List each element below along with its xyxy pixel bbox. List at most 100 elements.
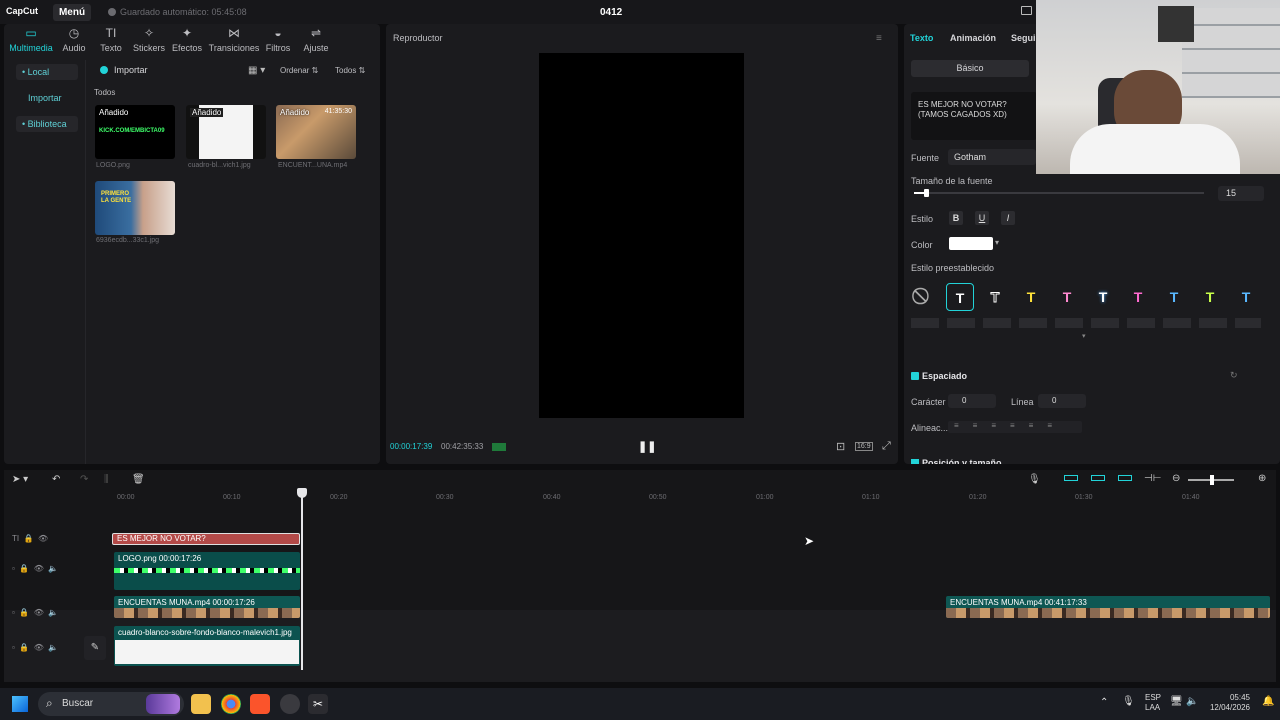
tab-multimedia[interactable]: ▭ Multimedia — [8, 26, 54, 53]
delete-icon[interactable]: 🗑 — [132, 474, 145, 485]
video-clip-1[interactable]: ENCUENTAS MUNA.mp4 00:00:17:26 — [114, 596, 300, 618]
line-input[interactable]: 0 — [1038, 394, 1086, 408]
tab-filtros[interactable]: ◒ Filtros — [264, 26, 292, 53]
mic-tray-icon[interactable]: 🎙 — [1122, 696, 1135, 707]
capcut-taskbar-icon[interactable]: ✂ — [308, 694, 328, 714]
filter-button[interactable]: Todos ⇅ — [335, 66, 365, 75]
image-clip[interactable]: cuadro-blanco-sobre-fondo-blanco-malevic… — [114, 626, 300, 666]
nav-local[interactable]: • Local — [16, 64, 78, 80]
main-track-controls[interactable]: ▫ 🔒 👁 🔈 — [12, 643, 58, 652]
zoom-out-icon[interactable]: ⊖ — [1172, 473, 1180, 484]
sort-button[interactable]: Ordenar ⇅ — [280, 66, 318, 75]
layout-icon[interactable] — [1021, 6, 1032, 15]
size-slider[interactable] — [914, 189, 1204, 197]
color-swatch[interactable] — [949, 237, 993, 250]
file-explorer-icon[interactable] — [191, 694, 211, 714]
ratio-button[interactable]: 16:9 — [855, 442, 873, 451]
tab-audio[interactable]: ◷ Audio — [56, 26, 92, 53]
presets-expand-icon[interactable]: ▾ — [1082, 332, 1086, 340]
color-dropdown-icon[interactable]: ▾ — [995, 238, 999, 247]
link-icon[interactable] — [1091, 475, 1105, 481]
volume-icon[interactable]: 🔈 — [1186, 696, 1198, 707]
media-item-video[interactable]: Añadido 41:35:30 — [276, 105, 356, 159]
preset-cyan[interactable]: T — [1160, 283, 1188, 311]
preset-blue-glow[interactable]: T — [1089, 283, 1117, 311]
spacing-checkbox[interactable] — [911, 372, 919, 380]
video-clip-2[interactable]: ENCUENTAS MUNA.mp4 00:41:17:33 — [946, 596, 1270, 618]
preset-none-icon[interactable]: ⃠ — [910, 283, 938, 311]
language-indicator[interactable]: ESP LAA — [1145, 693, 1161, 713]
brave-icon[interactable] — [250, 694, 270, 714]
size-slider-handle[interactable] — [923, 189, 929, 197]
start-icon[interactable] — [12, 696, 28, 712]
align-label: Alineac... — [911, 423, 949, 433]
preset-outline[interactable]: T — [981, 283, 1009, 311]
preview-screen[interactable] — [539, 53, 744, 418]
font-select[interactable]: Gotham — [948, 149, 1036, 165]
undo-icon[interactable]: ↶ — [52, 474, 60, 485]
split-icon[interactable]: ⫼ — [104, 474, 109, 485]
menu-button[interactable]: Menú — [53, 4, 91, 21]
nav-importar[interactable]: Importar — [22, 90, 68, 106]
zoom-in-icon[interactable]: ⊕ — [1258, 473, 1266, 484]
subtab-basico[interactable]: Básico — [911, 60, 1029, 77]
preset-magenta[interactable]: T — [1124, 283, 1152, 311]
logo-clip[interactable]: LOGO.png 00:00:17:26 — [114, 552, 300, 590]
preset-white[interactable]: T — [946, 283, 974, 311]
position-checkbox[interactable] — [911, 459, 919, 464]
tab-stickers[interactable]: ✧ Stickers — [130, 26, 168, 53]
zoom-slider[interactable] — [1188, 475, 1234, 485]
tab-efectos[interactable]: ✦ Efectos — [170, 26, 204, 53]
fit-icon[interactable]: ⊡ — [836, 440, 845, 453]
tab-ajuste[interactable]: ⇌ Ajuste — [298, 26, 334, 53]
clock[interactable]: 05:45 12/04/2026 — [1208, 693, 1250, 713]
tab-transiciones[interactable]: ⋈ Transiciones — [206, 26, 262, 53]
tab-texto-props[interactable]: Texto — [910, 33, 933, 43]
preset-pink[interactable]: T — [1053, 283, 1081, 311]
size-input[interactable]: 15 — [1218, 186, 1264, 201]
video-track-controls[interactable]: ▫ 🔒 👁 🔈 — [12, 608, 58, 617]
preset-yellow[interactable]: T — [1017, 283, 1045, 311]
media-item-cuadro[interactable]: Añadido — [186, 105, 266, 159]
preset-lime[interactable]: T — [1196, 283, 1224, 311]
app-icon[interactable] — [280, 694, 300, 714]
preview-axis-icon[interactable] — [1118, 475, 1132, 481]
align-buttons[interactable]: ≡≡≡≡≡≡ — [948, 421, 1082, 433]
media-item-photo[interactable]: PRIMERO LA GENTE — [95, 181, 175, 235]
playhead-handle[interactable] — [297, 488, 307, 498]
redo-icon[interactable]: ↷ — [80, 474, 88, 485]
search-box[interactable]: ⌕ Buscar — [38, 692, 184, 716]
grid-view-icon[interactable]: ▦ ▾ — [248, 65, 265, 76]
reset-icon[interactable]: ↻ — [1230, 370, 1238, 381]
pause-icon[interactable]: ❚❚ — [638, 440, 656, 453]
char-input[interactable]: 0 — [948, 394, 996, 408]
preset-sky[interactable]: T — [1232, 283, 1260, 311]
tab-animacion[interactable]: Animación — [950, 33, 996, 43]
media-item-logo[interactable]: Añadido KICK.COM/EMBICTA09 — [95, 105, 175, 159]
import-button[interactable]: Importar — [114, 65, 148, 75]
fullscreen-icon[interactable]: ⤢ — [882, 440, 891, 453]
player-menu-icon[interactable]: ≡ — [876, 33, 882, 44]
text-editor[interactable]: ES MEJOR NO VOTAR? (TAMOS CAGADOS XD) — [911, 92, 1037, 140]
underline-button[interactable]: U — [975, 211, 989, 225]
tray-expand-icon[interactable]: ⌃ — [1100, 697, 1108, 708]
snap-icon[interactable] — [1064, 475, 1078, 481]
italic-button[interactable]: I — [1001, 211, 1015, 225]
split-view-icon[interactable]: ⊣⊢ — [1144, 473, 1161, 484]
zoom-handle[interactable] — [1210, 475, 1214, 485]
tab-texto[interactable]: TI Texto — [94, 26, 128, 53]
text-track-controls[interactable]: TI 🔒 👁 — [12, 534, 48, 543]
notifications-icon[interactable]: 🔔 — [1262, 696, 1274, 707]
cover-edit-icon[interactable]: ✎ — [84, 636, 106, 660]
playhead[interactable] — [301, 490, 303, 670]
chrome-icon[interactable] — [221, 694, 241, 714]
bold-button[interactable]: B — [949, 211, 963, 225]
mic-icon[interactable]: 🎙 — [1028, 474, 1041, 485]
select-tool-icon[interactable]: ➤ ▾ — [12, 474, 28, 485]
network-icon[interactable]: 🖥 — [1170, 696, 1183, 707]
time-tick: 00:50 — [649, 494, 667, 501]
logo-track-controls[interactable]: ▫ 🔒 👁 🔈 — [12, 564, 58, 573]
nav-biblioteca[interactable]: • Biblioteca — [16, 116, 78, 132]
text-clip[interactable]: ES MEJOR NO VOTAR? — [112, 533, 300, 545]
preset-row-2[interactable] — [911, 318, 1261, 328]
